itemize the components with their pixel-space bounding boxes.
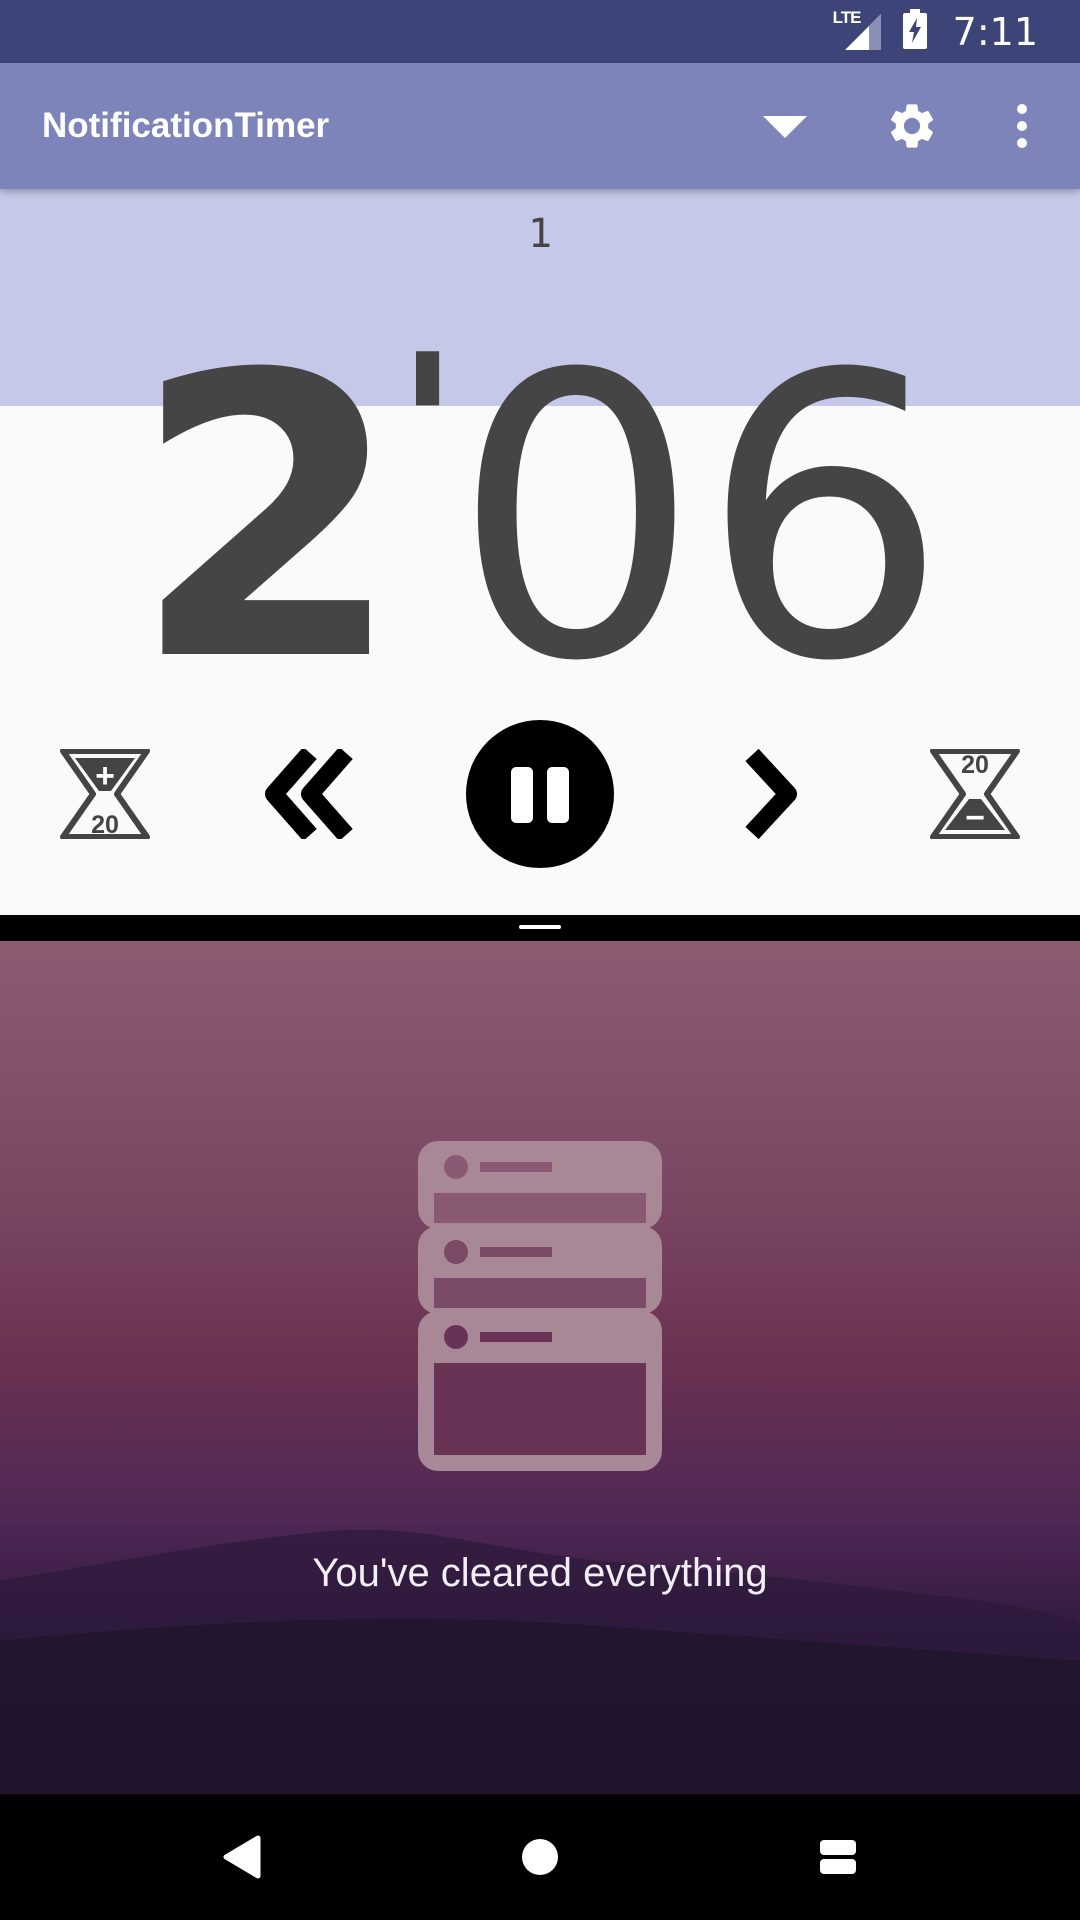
- timer-seconds: 06: [452, 292, 949, 746]
- timer-panel: 1 2 ' 06 + 20 20 −: [0, 189, 1080, 915]
- timer-display[interactable]: 2 ' 06: [0, 292, 1080, 746]
- back-icon: [223, 1835, 261, 1879]
- mountain-silhouette: [0, 1529, 1080, 1794]
- recents-icon: [820, 1840, 856, 1874]
- app-title: NotificationTimer: [42, 106, 330, 145]
- timer-minutes: 2: [131, 292, 403, 746]
- empty-notifications-message: You've cleared everything: [312, 1551, 768, 1595]
- lap-number: 1: [527, 211, 553, 257]
- notification-shade: You've cleared everything: [0, 941, 1080, 1794]
- status-time: 7:11: [952, 9, 1038, 54]
- pause-button[interactable]: [463, 719, 617, 869]
- divider-handle[interactable]: [519, 925, 561, 929]
- home-icon: [522, 1839, 558, 1875]
- pause-icon: [466, 720, 614, 868]
- subtract-time-button[interactable]: 20 −: [915, 719, 1035, 869]
- home-button[interactable]: [480, 1794, 600, 1920]
- settings-button[interactable]: [875, 63, 949, 189]
- recents-button[interactable]: [778, 1794, 898, 1920]
- timer-controls: + 20 20 −: [0, 719, 1080, 869]
- subtract-time-label: 20: [961, 751, 989, 779]
- next-button[interactable]: [720, 719, 820, 869]
- battery-charging-icon: [902, 9, 927, 54]
- chevron-right-icon: [745, 749, 797, 839]
- split-divider[interactable]: [0, 915, 1080, 941]
- gear-icon: [890, 104, 934, 148]
- dropdown-button[interactable]: [750, 63, 820, 189]
- more-options-button[interactable]: [1000, 63, 1044, 189]
- navigation-bar: [0, 1794, 1080, 1920]
- status-bar: LTE 7:11: [0, 0, 1080, 63]
- timer-minute-mark: ': [396, 312, 459, 545]
- lte-signal-icon: LTE: [833, 8, 885, 52]
- double-chevron-left-icon: [265, 749, 353, 839]
- more-vert-icon: [1017, 104, 1027, 148]
- subtract-time-sign: −: [965, 799, 985, 837]
- back-button[interactable]: [182, 1794, 302, 1920]
- add-time-sign: +: [95, 757, 115, 795]
- dropdown-icon: [763, 116, 807, 138]
- add-time-label: 20: [91, 811, 119, 839]
- app-bar: NotificationTimer: [0, 63, 1080, 189]
- add-time-button[interactable]: + 20: [45, 719, 165, 869]
- status-icons: LTE 7:11: [833, 0, 1038, 63]
- stacked-windows-icon: [418, 1141, 662, 1471]
- reset-button[interactable]: [255, 719, 365, 869]
